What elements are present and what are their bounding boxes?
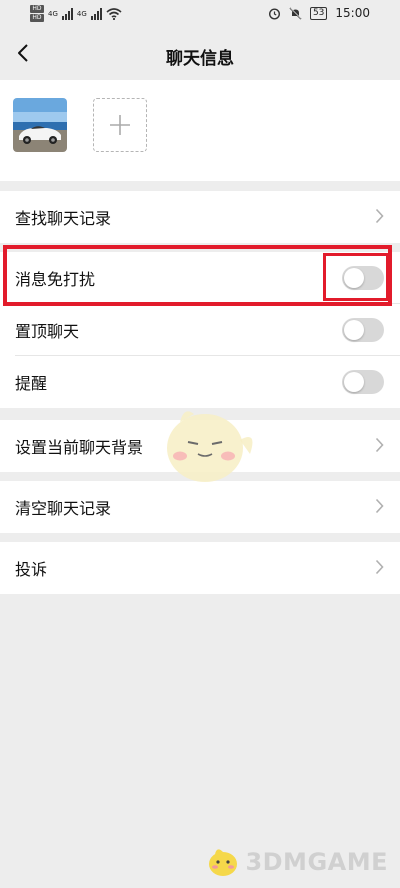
clear-history-label: 清空聊天记录 <box>15 499 112 518</box>
do-not-disturb-row: 消息免打扰 <box>0 252 400 304</box>
network2-label: 4G <box>76 9 87 18</box>
mascot-watermark-icon <box>167 411 253 482</box>
pin-chat-label: 置顶聊天 <box>15 322 80 341</box>
status-left: HD HD 4G 4G <box>30 5 122 22</box>
network1-label: 4G <box>48 9 58 18</box>
remind-label: 提醒 <box>15 374 48 393</box>
pin-chat-row: 置顶聊天 <box>0 304 400 356</box>
battery-indicator: 53 <box>309 6 328 20</box>
watermark-text: 3DMGAME <box>245 848 388 876</box>
mascot-logo-icon <box>209 849 238 876</box>
car-photo-avatar <box>13 98 67 152</box>
chevron-right-icon <box>375 208 384 224</box>
members-section <box>0 80 400 181</box>
site-watermark: 3DMGAME <box>205 844 388 880</box>
plus-icon <box>110 115 130 135</box>
chevron-right-icon <box>375 498 384 514</box>
wifi-icon <box>106 7 122 20</box>
search-history-row[interactable]: 查找聊天记录 <box>0 191 400 243</box>
nav-bar: 聊天信息 <box>0 30 400 80</box>
report-row[interactable]: 投诉 <box>0 542 400 594</box>
toggle-knob <box>344 372 364 392</box>
sim-indicators: HD HD <box>30 5 44 22</box>
page-title: 聊天信息 <box>166 49 234 69</box>
chevron-right-icon <box>375 437 384 453</box>
toggle-knob <box>344 268 364 288</box>
status-bar: HD HD 4G 4G 53 15:00 <box>0 0 400 30</box>
report-label: 投诉 <box>15 560 48 579</box>
toggle-knob <box>344 320 364 340</box>
pin-chat-toggle[interactable] <box>342 318 384 342</box>
sim1-badge: HD <box>30 5 44 13</box>
status-right: 53 15:00 <box>268 6 370 20</box>
do-not-disturb-toggle[interactable] <box>342 266 384 290</box>
mute-bell-icon <box>289 7 302 19</box>
sim2-badge: HD <box>30 14 44 22</box>
do-not-disturb-label: 消息免打扰 <box>15 270 96 289</box>
chevron-right-icon <box>375 559 384 575</box>
clock: 15:00 <box>335 6 370 20</box>
search-history-label: 查找聊天记录 <box>15 209 112 228</box>
signal-icon <box>61 7 73 20</box>
search-group: 查找聊天记录 <box>0 191 400 243</box>
signal-icon <box>90 7 102 20</box>
report-group: 投诉 <box>0 542 400 594</box>
alarm-icon <box>268 7 280 20</box>
add-member-button[interactable] <box>93 98 147 152</box>
remind-toggle[interactable] <box>342 370 384 394</box>
set-background-label: 设置当前聊天背景 <box>15 438 144 457</box>
toggle-group: 消息免打扰 置顶聊天 提醒 <box>0 252 400 408</box>
member-avatar[interactable] <box>13 98 67 152</box>
